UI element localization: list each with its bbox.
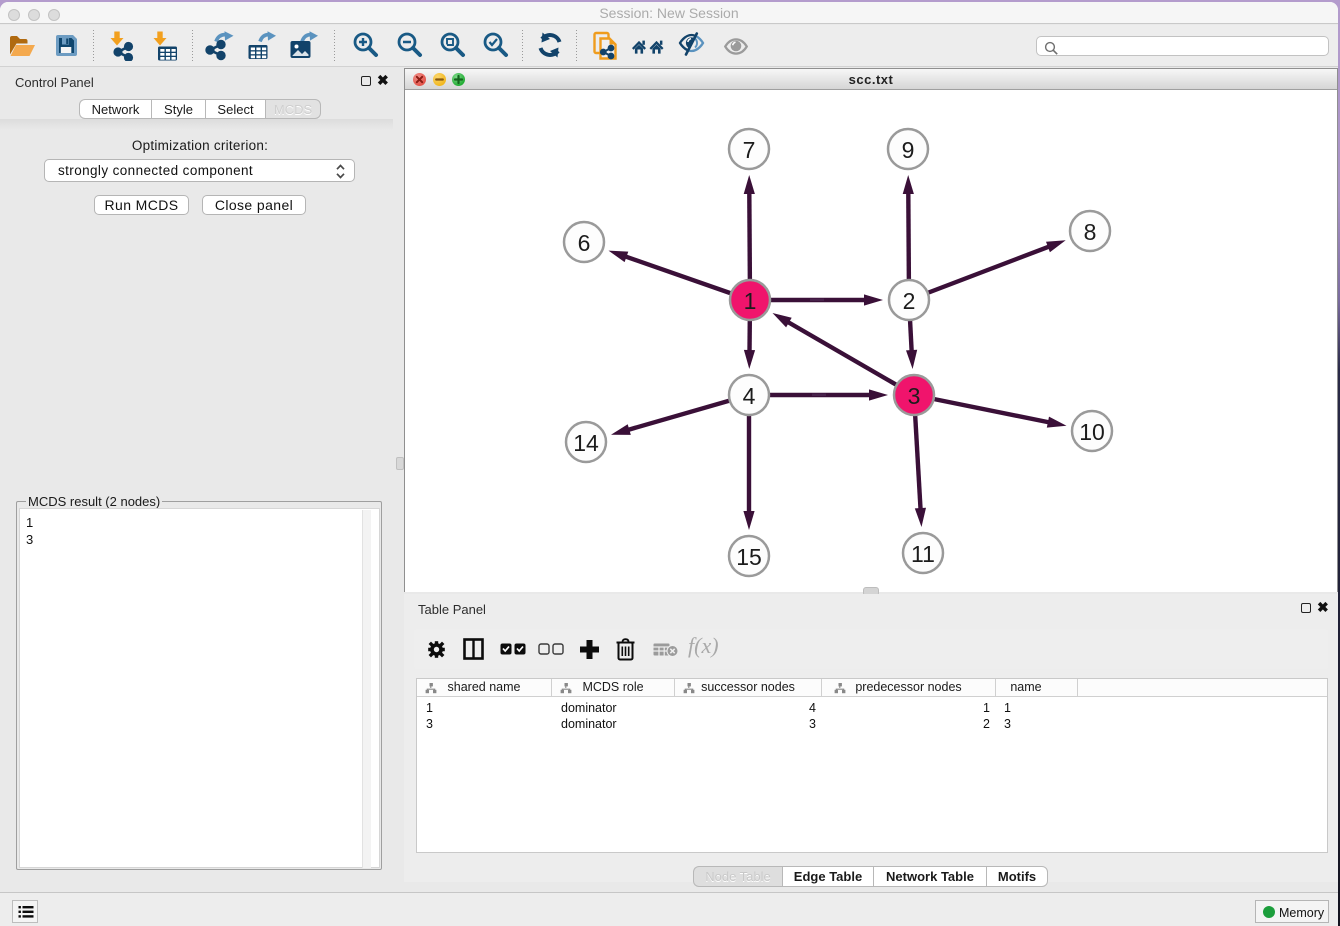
svg-text:3: 3 xyxy=(908,383,921,409)
svg-text:9: 9 xyxy=(902,137,915,163)
svg-text:6: 6 xyxy=(578,230,591,256)
svg-text:1: 1 xyxy=(744,288,757,314)
svg-text:14: 14 xyxy=(573,430,599,456)
svg-text:11: 11 xyxy=(911,541,935,567)
svg-text:8: 8 xyxy=(1084,219,1097,245)
svg-text:10: 10 xyxy=(1079,419,1105,445)
svg-text:7: 7 xyxy=(743,137,756,163)
svg-text:15: 15 xyxy=(736,544,762,570)
svg-text:2: 2 xyxy=(903,288,916,314)
svg-text:4: 4 xyxy=(743,383,756,409)
